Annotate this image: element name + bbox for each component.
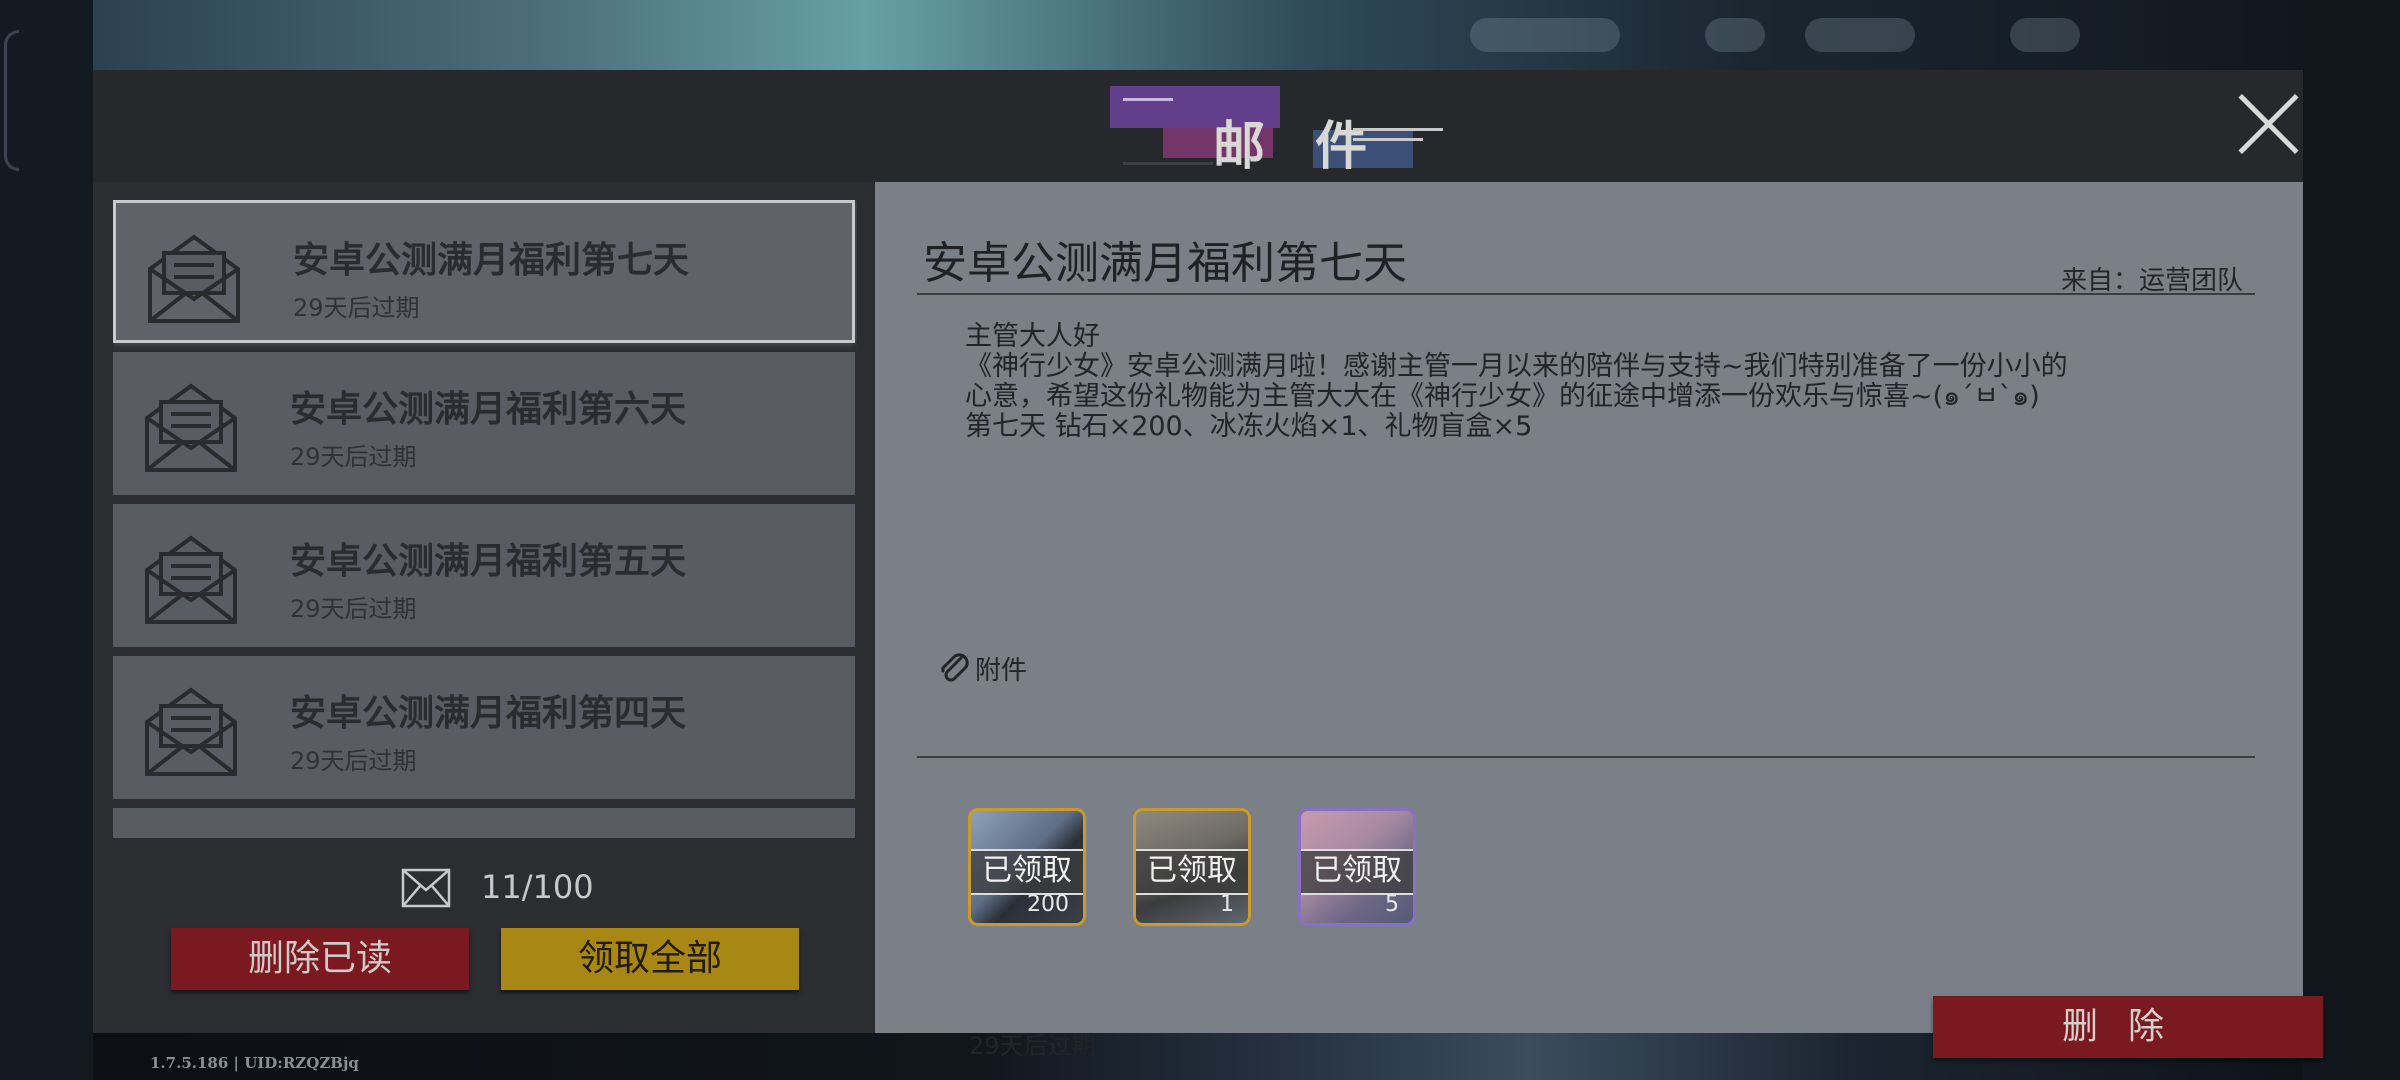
claimed-badge: 已领取 <box>1136 849 1248 895</box>
attachment-label: 附件 <box>975 656 1028 686</box>
claimed-badge: 已领取 <box>971 849 1083 895</box>
delete-button[interactable]: 删除 <box>1933 996 2323 1058</box>
envelope-icon <box>145 383 237 472</box>
menu-icon <box>2010 18 2080 52</box>
mail-list-item[interactable]: 安卓公测满月福利第四天 29天后过期 <box>113 656 855 799</box>
title-decoration: 邮 件 <box>1013 86 1493 177</box>
mail-dialog: 邮 件 安卓公测满月福利第七天 29天后过期 安卓公测满月福利第六天 29天后过… <box>93 70 2323 1060</box>
dialog-title: 邮 件 <box>1213 116 1384 177</box>
reward-quantity: 1 <box>1220 892 1234 917</box>
reward-quantity: 5 <box>1385 892 1399 917</box>
mail-item-expire: 29天后过期 <box>290 443 417 471</box>
right-edge <box>2303 0 2400 1080</box>
mail-body-line: 第七天 钻石×200、冰冻火焰×1、礼物盲盒×5 <box>965 411 1533 442</box>
mail-body: 主管大人好 《神行少女》安卓公测满月啦！感谢主管一月以来的陪伴与支持~我们特别准… <box>965 322 2205 442</box>
mail-item-expire: 29天后过期 <box>293 294 420 322</box>
mail-list-item[interactable]: 安卓公测满月福利第七天 29天后过期 <box>113 200 855 343</box>
mail-list-item[interactable]: 安卓公测满月福利第六天 29天后过期 <box>113 352 855 495</box>
mail-count-text: 11/100 <box>481 868 594 906</box>
resource-counter-1 <box>1470 18 1620 52</box>
envelope-icon <box>401 868 451 908</box>
envelope-icon <box>145 535 237 624</box>
attachment-divider <box>917 756 2255 758</box>
mail-detail-title: 安卓公测满月福利第七天 <box>923 238 1407 289</box>
reward-item-frozen-flame[interactable]: 已领取 1 <box>1133 808 1251 926</box>
mail-body-line: 主管大人好 <box>965 321 1100 352</box>
mail-item-title: 安卓公测满月福利第四天 <box>290 693 687 734</box>
claim-all-button[interactable]: 领取全部 <box>501 928 799 990</box>
mail-item-title: 安卓公测满月福利第五天 <box>290 541 687 582</box>
mail-item-expire: 29天后过期 <box>290 747 417 775</box>
title-accent-line <box>1353 138 1423 141</box>
title-divider <box>917 293 2255 295</box>
mail-list-item-partial[interactable] <box>113 808 855 838</box>
delete-read-button[interactable]: 删除已读 <box>171 928 469 990</box>
side-handle <box>4 30 19 171</box>
mail-detail: 安卓公测满月福利第七天 来自：运营团队 主管大人好 《神行少女》安卓公测满月啦！… <box>875 182 2323 1060</box>
paperclip-icon <box>941 653 969 682</box>
top-resource-bar-background <box>93 0 2303 70</box>
glitch-line <box>1123 98 1173 101</box>
mail-list-item[interactable]: 安卓公测满月福利第五天 29天后过期 <box>113 504 855 647</box>
envelope-icon <box>145 687 237 776</box>
mail-detail-expire: 29天后过期 <box>969 1032 1096 1060</box>
mail-list[interactable]: 安卓公测满月福利第七天 29天后过期 安卓公测满月福利第六天 29天后过期 安卓… <box>113 200 857 905</box>
envelope-icon <box>148 234 240 323</box>
reward-quantity: 200 <box>1027 892 1069 917</box>
reward-item-gift-box[interactable]: 已领取 5 <box>1298 808 1416 926</box>
mail-item-expire: 29天后过期 <box>290 595 417 623</box>
mail-item-title: 安卓公测满月福利第六天 <box>290 389 687 430</box>
claimed-badge: 已领取 <box>1301 849 1413 895</box>
mail-body-line: 心意，希望这份礼物能为主管大大在《神行少女》的征途中增添一份欢乐与惊喜~(๑´ㅂ… <box>965 381 2040 412</box>
close-icon[interactable] <box>2233 90 2303 160</box>
reward-item-diamond[interactable]: 已领取 200 <box>968 808 1086 926</box>
mail-item-title: 安卓公测满月福利第七天 <box>293 240 690 281</box>
dialog-header: 邮 件 <box>93 70 2303 182</box>
title-accent-line <box>1353 128 1443 131</box>
left-edge <box>0 0 93 1080</box>
mail-body-line: 《神行少女》安卓公测满月啦！感谢主管一月以来的陪伴与支持~我们特别准备了一份小小… <box>965 351 2068 382</box>
glitch-line <box>1123 162 1213 165</box>
version-uid-label: 1.7.5.186 | UID:RZQZBjq <box>150 1054 359 1072</box>
resource-counter-2 <box>1805 18 1915 52</box>
mail-sender: 来自：运营团队 <box>2060 266 2243 296</box>
diamond-icon <box>1705 18 1765 52</box>
